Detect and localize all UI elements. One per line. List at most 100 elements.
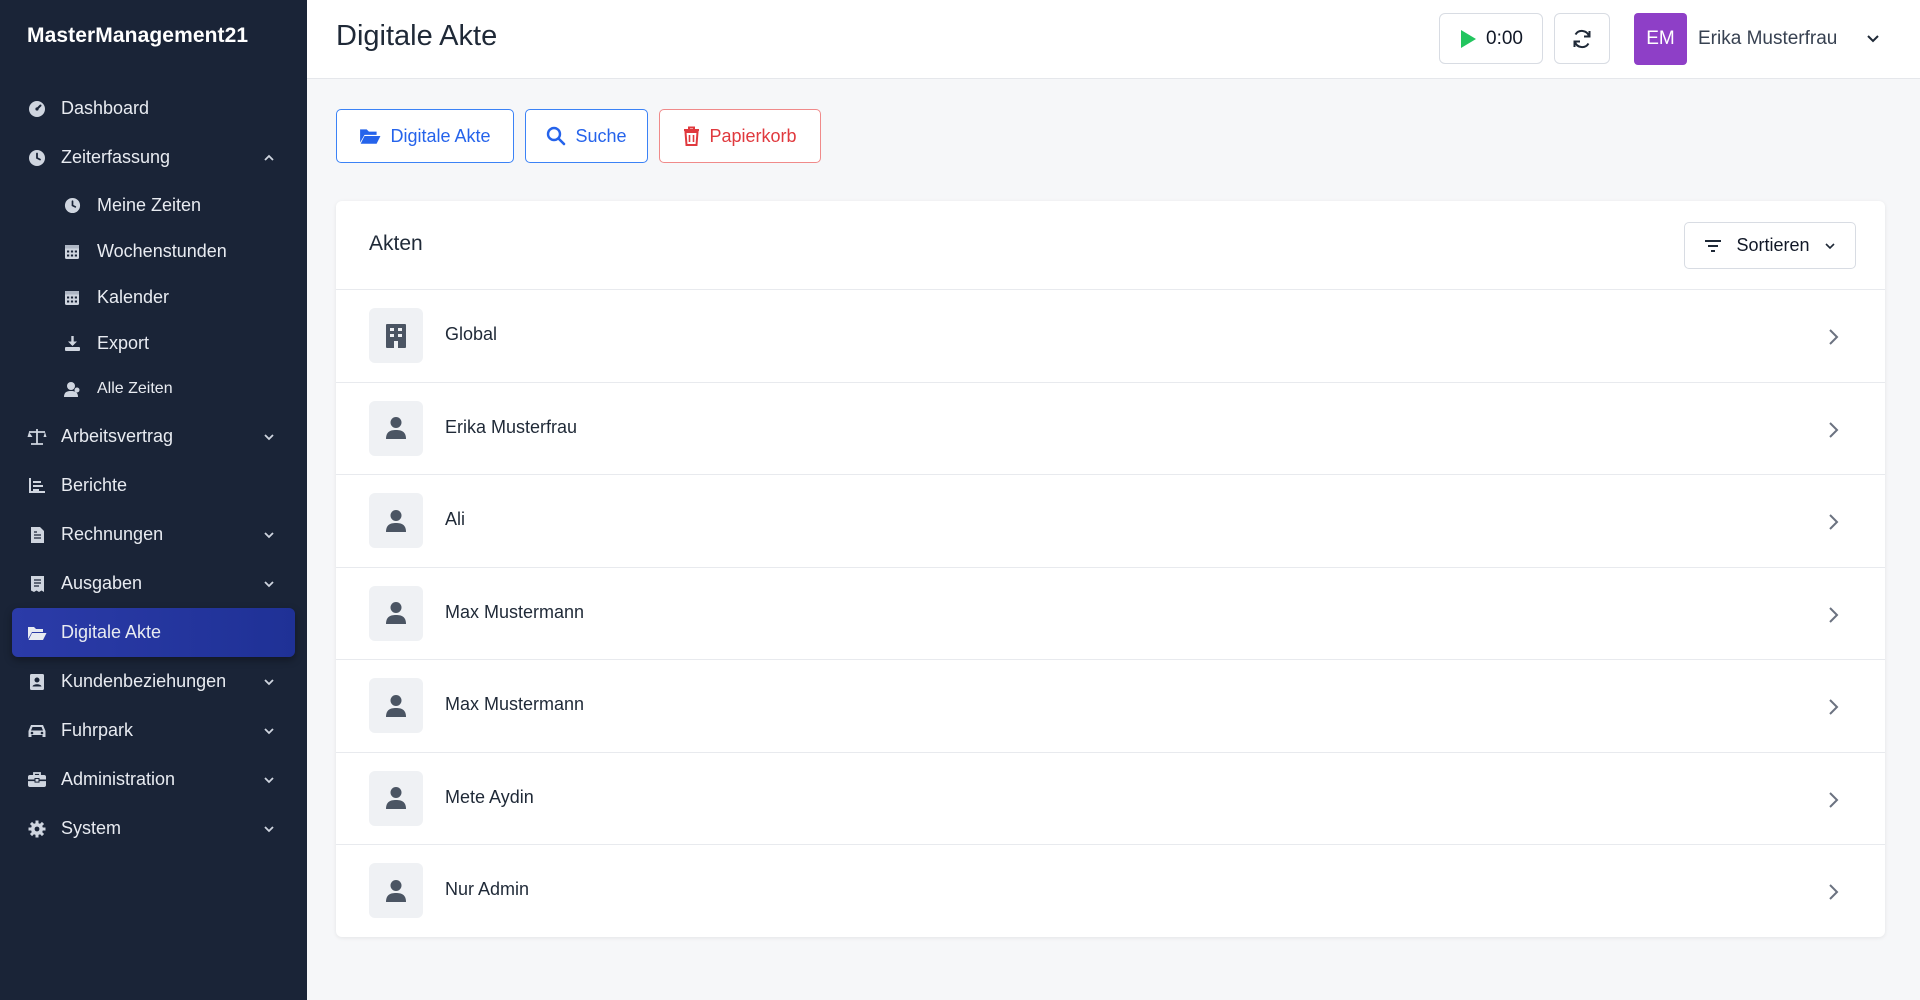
user-icon: [369, 678, 423, 733]
list-item-max-mustermann[interactable]: Max Mustermann: [336, 568, 1885, 660]
sidebar-subitem-label: Export: [97, 332, 150, 353]
car-icon: [27, 721, 47, 741]
digitale-akte-button[interactable]: Digitale Akte: [336, 109, 514, 163]
sidebar-item-label: System: [61, 818, 122, 838]
list-item-label: Ali: [445, 509, 466, 529]
user-icon: [369, 493, 423, 548]
contact-book-icon: [27, 672, 47, 692]
sidebar-item-dashboard[interactable]: Dashboard: [0, 84, 307, 133]
toolbox-icon: [27, 770, 47, 790]
clock-icon: [27, 148, 47, 168]
user-icon: [369, 770, 423, 826]
chevron-down-icon: [263, 431, 275, 443]
receipt-icon: [27, 574, 47, 594]
list-item-erika-musterfrau[interactable]: Erika Musterfrau: [336, 383, 1885, 475]
user-icon: [369, 863, 423, 918]
sidebar-item-system[interactable]: System: [0, 804, 307, 853]
filter-lines-icon: [1704, 239, 1722, 253]
sidebar-subitem-export[interactable]: Export: [0, 320, 307, 366]
chevron-up-icon: [263, 152, 275, 164]
list-item-label: Global: [445, 324, 498, 344]
avatar[interactable]: EM: [1634, 13, 1687, 65]
list-item-mete-aydin[interactable]: Mete Aydin: [336, 753, 1885, 845]
chevron-right-icon: [1827, 513, 1839, 531]
sidebar-item-rechnungen[interactable]: Rechnungen: [0, 510, 307, 559]
sidebar-item-label: Kundenbeziehungen: [61, 671, 227, 691]
sidebar-item-label: Digitale Akte: [61, 622, 162, 642]
sidebar-item-label: Ausgaben: [61, 573, 143, 593]
sort-button-label: Sortieren: [1736, 235, 1810, 255]
chevron-down-icon[interactable]: [1865, 32, 1881, 46]
list-item-label: Max Mustermann: [445, 694, 585, 714]
chart-icon: [27, 476, 47, 496]
list-item-nur-admin[interactable]: Nur Admin: [336, 845, 1885, 937]
refresh-button[interactable]: [1554, 13, 1610, 64]
clock-icon: [63, 196, 81, 214]
sidebar-item-label: Fuhrpark: [61, 720, 134, 740]
dashboard-icon: [27, 99, 47, 119]
app-brand: MasterManagement21: [27, 24, 249, 47]
papierkorb-button-label: Papierkorb: [709, 125, 797, 146]
sidebar-item-arbeitsvertrag[interactable]: Arbeitsvertrag: [0, 412, 307, 461]
sidebar-item-label: Arbeitsvertrag: [61, 426, 174, 446]
chevron-down-icon: [263, 529, 275, 541]
chevron-right-icon: [1827, 606, 1839, 624]
folder-open-icon: [27, 623, 47, 643]
page-title: Digitale Akte: [336, 20, 498, 52]
akten-list: Global Erika Musterfrau Ali Max Musterma…: [336, 290, 1885, 937]
sidebar-subitem-label: Meine Zeiten: [97, 194, 202, 215]
user-icon: [369, 400, 423, 456]
sidebar-item-zeiterfassung[interactable]: Zeiterfassung: [0, 133, 307, 182]
scale-icon: [27, 427, 47, 447]
sidebar-item-ausgaben[interactable]: Ausgaben: [0, 559, 307, 608]
papierkorb-button[interactable]: Papierkorb: [659, 109, 821, 163]
chevron-down-icon: [263, 774, 275, 786]
user-name[interactable]: Erika Musterfrau: [1698, 28, 1837, 50]
sidebar-item-administration[interactable]: Administration: [0, 755, 307, 804]
list-item-ali[interactable]: Ali: [336, 475, 1885, 568]
sidebar-subitem-wochenstunden[interactable]: Wochenstunden: [0, 228, 307, 274]
timer-start-button[interactable]: 0:00: [1439, 13, 1543, 64]
chevron-down-icon: [263, 823, 275, 835]
list-item-max-mustermann-2[interactable]: Max Mustermann: [336, 660, 1885, 753]
chevron-right-icon: [1827, 791, 1839, 809]
digitale-akte-button-label: Digitale Akte: [390, 125, 491, 146]
search-button-label: Suche: [575, 125, 627, 146]
list-item-label: Mete Aydin: [445, 786, 534, 807]
invoice-icon: [27, 525, 47, 545]
trash-icon: [683, 126, 700, 146]
card-title: Akten: [369, 232, 423, 255]
sidebar-subitem-label: Alle Zeiten: [97, 380, 173, 397]
building-icon: [369, 308, 423, 363]
chevron-down-icon: [1824, 241, 1836, 251]
sidebar-subitem-label: Wochenstunden: [97, 240, 227, 261]
list-item-global[interactable]: Global: [336, 290, 1885, 383]
sidebar-item-fuhrpark[interactable]: Fuhrpark: [0, 706, 307, 755]
sidebar-item-berichte[interactable]: Berichte: [0, 461, 307, 510]
search-button[interactable]: Suche: [525, 109, 648, 163]
akten-card: Akten Sortieren Global Erika Musterfrau …: [336, 201, 1885, 937]
chevron-down-icon: [263, 725, 275, 737]
download-icon: [63, 334, 81, 352]
list-item-label: Nur Admin: [445, 879, 530, 899]
top-header: Digitale Akte 0:00 EM Erika Musterfrau: [307, 0, 1920, 79]
play-icon: [1459, 29, 1477, 49]
chevron-right-icon: [1827, 328, 1839, 346]
list-item-label: Max Mustermann: [445, 601, 585, 622]
users-icon: [63, 380, 81, 398]
chevron-down-icon: [263, 676, 275, 688]
sidebar-nav: Dashboard Zeiterfassung Meine Zeiten Woc…: [0, 84, 307, 853]
timer-value: 0:00: [1486, 27, 1523, 49]
sort-button[interactable]: Sortieren: [1684, 222, 1856, 269]
sidebar-item-kundenbeziehungen[interactable]: Kundenbeziehungen: [0, 657, 307, 706]
sidebar-item-label: Administration: [61, 769, 176, 789]
sidebar-subitem-kalender[interactable]: Kalender: [0, 274, 307, 320]
calendar-icon: [63, 288, 81, 306]
sidebar-subitem-meine-zeiten[interactable]: Meine Zeiten: [0, 182, 307, 228]
sidebar-subitem-alle-zeiten[interactable]: Alle Zeiten: [0, 366, 307, 412]
chevron-right-icon: [1827, 883, 1839, 901]
gear-icon: [27, 819, 47, 839]
search-icon: [546, 126, 566, 146]
sidebar-item-label: Rechnungen: [61, 524, 164, 544]
sidebar-item-digitale-akte[interactable]: Digitale Akte: [12, 608, 295, 657]
